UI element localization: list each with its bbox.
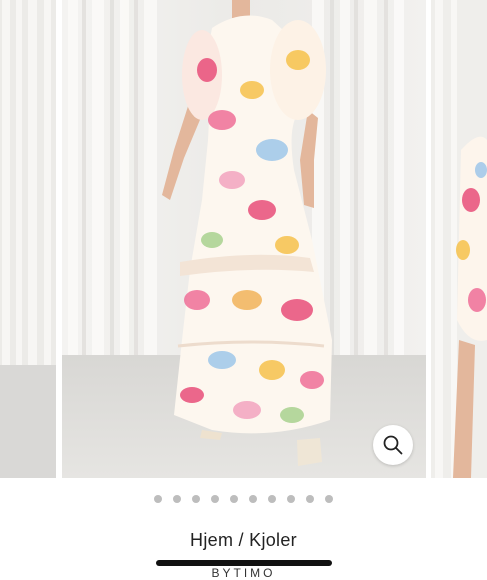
carousel-dot[interactable] (325, 495, 333, 503)
zoom-button[interactable] (373, 425, 413, 465)
search-icon (383, 435, 403, 455)
breadcrumb-category-link[interactable]: Kjoler (249, 530, 297, 550)
carousel-dots (0, 495, 487, 503)
breadcrumb: Hjem / Kjoler (0, 530, 487, 551)
carousel-dot[interactable] (287, 495, 295, 503)
carousel-dot[interactable] (249, 495, 257, 503)
carousel-dot[interactable] (211, 495, 219, 503)
main-product-image[interactable] (62, 0, 426, 478)
carousel-dot[interactable] (306, 495, 314, 503)
carousel-dot[interactable] (154, 495, 162, 503)
carousel-dot[interactable] (192, 495, 200, 503)
breadcrumb-home-link[interactable]: Hjem (190, 530, 233, 550)
home-indicator (156, 560, 332, 566)
next-product-image[interactable] (431, 0, 487, 478)
breadcrumb-separator: / (233, 530, 250, 550)
previous-product-image[interactable] (0, 0, 56, 478)
carousel-dot[interactable] (173, 495, 181, 503)
carousel-dot[interactable] (230, 495, 238, 503)
brand-name[interactable]: BYTIMO (0, 566, 487, 580)
carousel-dot[interactable] (268, 495, 276, 503)
product-image-gallery[interactable] (0, 0, 487, 478)
